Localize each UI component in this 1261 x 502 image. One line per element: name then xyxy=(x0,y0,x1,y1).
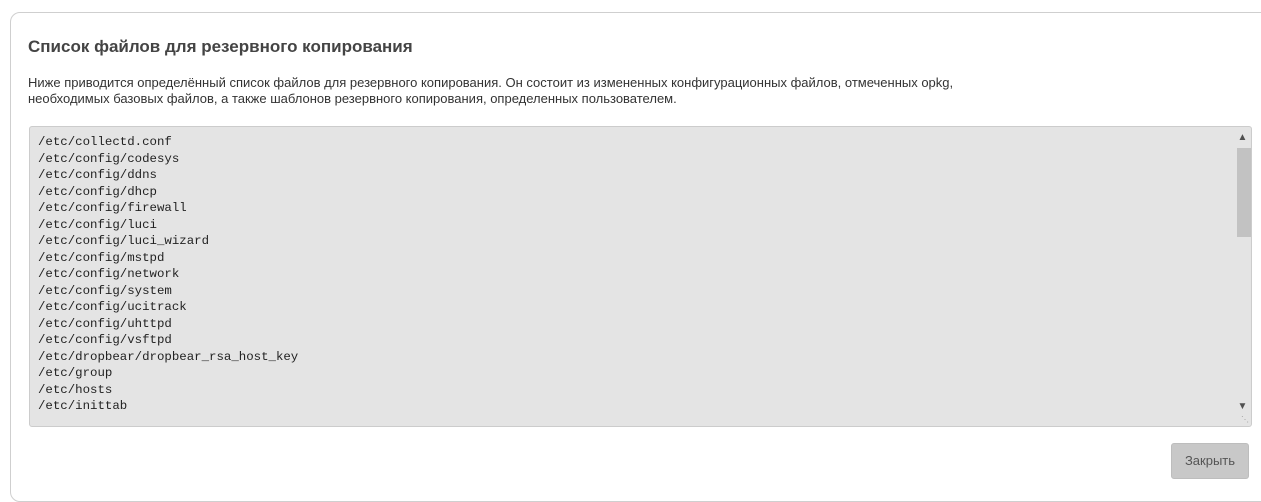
file-list-textarea[interactable]: /etc/collectd.conf/etc/config/codesys/et… xyxy=(29,126,1252,427)
file-list-item: /etc/config/system xyxy=(38,283,172,298)
file-list-item: /etc/inittab xyxy=(38,399,128,413)
file-list-item: /etc/config/ucitrack xyxy=(38,300,187,314)
file-list-item: /etc/config/codesys xyxy=(38,151,180,166)
file-list-item: /etc/config/uhttpd xyxy=(38,316,172,331)
file-list-item: /etc/config/firewall xyxy=(38,201,187,215)
file-list: /etc/collectd.conf/etc/config/codesys/et… xyxy=(38,134,298,415)
dialog-description: Ниже приводится определённый список файл… xyxy=(28,75,1228,107)
backup-files-dialog: Список файлов для резервного копирования… xyxy=(10,12,1261,502)
chevron-up-icon[interactable]: ▲ xyxy=(1235,130,1250,146)
file-list-item: /etc/collectd.conf xyxy=(38,135,172,149)
close-button[interactable]: Закрыть xyxy=(1171,443,1249,479)
file-list-item: /etc/config/luci_wizard xyxy=(38,234,210,248)
file-list-item: /etc/config/mstpd xyxy=(38,250,165,265)
file-list-item: /etc/config/luci xyxy=(38,217,157,232)
file-list-item: /etc/config/ddns xyxy=(38,168,157,182)
description-line-2: необходимых базовых файлов, а также шабл… xyxy=(28,91,677,106)
file-list-item: /etc/group xyxy=(38,366,113,380)
file-list-item: /etc/config/vsftpd xyxy=(38,333,172,347)
scrollbar-thumb[interactable] xyxy=(1237,148,1251,237)
file-list-item: /etc/hosts xyxy=(38,382,113,397)
resize-grip-icon[interactable]: ⋱ xyxy=(1240,415,1249,424)
file-list-item: /etc/dropbear/dropbear_rsa_host_key xyxy=(38,349,299,364)
chevron-down-icon[interactable]: ▼ xyxy=(1235,399,1250,415)
description-line-1: Ниже приводится определённый список файл… xyxy=(28,75,954,90)
dialog-title: Список файлов для резервного копирования xyxy=(28,37,413,56)
file-list-item: /etc/config/dhcp xyxy=(38,184,157,199)
file-list-item: /etc/config/network xyxy=(38,267,180,281)
scrollbar[interactable]: ▲ ▼ xyxy=(1235,128,1251,415)
